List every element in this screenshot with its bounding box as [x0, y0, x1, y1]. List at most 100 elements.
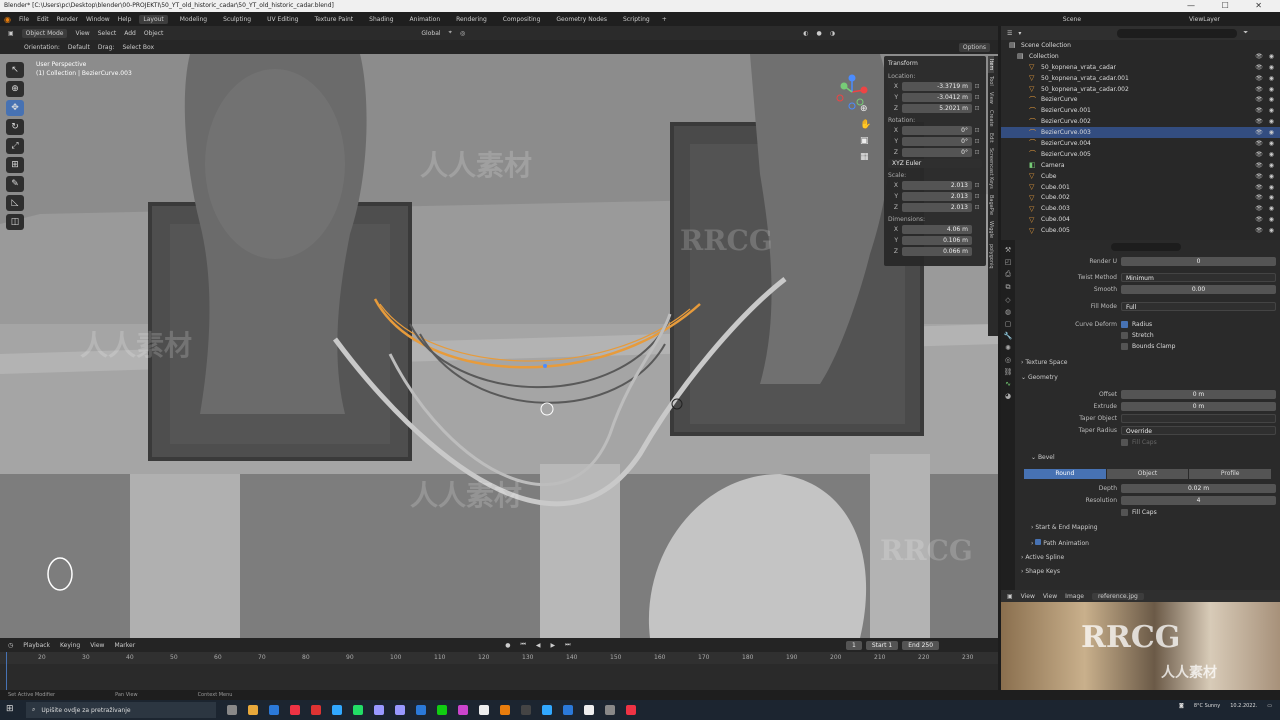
add-workspace-icon[interactable]: +	[662, 16, 667, 23]
chrome-icon[interactable]	[290, 705, 300, 715]
visibility-eye-icon[interactable]: 👁 ◉	[1255, 118, 1276, 125]
rotation-mode-dropdown[interactable]: XYZ Euler	[888, 158, 982, 168]
offset-field[interactable]: 0 m	[1121, 389, 1276, 399]
image-name-field[interactable]: reference.jpg	[1091, 592, 1144, 600]
outliner-item[interactable]: ⌒ BezierCurve.005 👁 ◉	[1001, 149, 1280, 160]
lock-icon[interactable]: ⊡	[972, 127, 982, 134]
camera-tray-icon[interactable]: ◙	[1179, 703, 1184, 709]
image-menu[interactable]: Image	[1065, 593, 1084, 600]
tab-tool[interactable]: Tool	[988, 73, 994, 89]
jump-start-icon[interactable]: ⏮	[520, 641, 525, 649]
funnel-icon[interactable]: ⏷	[1243, 29, 1248, 37]
weather-label[interactable]: 8°C Sunny	[1194, 703, 1220, 709]
shading-material-icon[interactable]: ◑	[830, 30, 835, 37]
proportional-edit-icon[interactable]: ◎	[460, 30, 465, 37]
world-props-icon[interactable]: ◍	[1005, 308, 1011, 316]
tab-polygoniq[interactable]: polygoniq	[988, 241, 994, 272]
texture-space-panel[interactable]: › Texture Space	[1021, 359, 1067, 366]
start-end-mapping-panel[interactable]: › Start & End Mapping	[1031, 524, 1098, 531]
outliner-item[interactable]: ▽ Cube.002 👁 ◉	[1001, 192, 1280, 203]
active-spline-panel[interactable]: › Active Spline	[1021, 554, 1064, 561]
after-effects-icon[interactable]	[395, 705, 405, 715]
scene-props-icon[interactable]: ◇	[1005, 296, 1010, 304]
visibility-eye-icon[interactable]: 👁 ◉	[1255, 64, 1276, 71]
blender-taskbar-icon[interactable]	[500, 705, 510, 715]
select-tool-icon[interactable]: ↖	[6, 62, 24, 78]
app-icon-purple[interactable]	[458, 705, 468, 715]
workspace-tab-layout[interactable]: Layout	[139, 14, 168, 24]
particles-icon[interactable]: ✺	[1005, 344, 1011, 352]
transform-orientation[interactable]: Global	[421, 30, 440, 37]
visibility-eye-icon[interactable]: 👁 ◉	[1255, 107, 1276, 114]
taper-radius-dropdown[interactable]: Override	[1121, 425, 1276, 435]
visibility-eye-icon[interactable]: 👁 ◉	[1255, 205, 1276, 212]
add-cube-tool-icon[interactable]: ◫	[6, 214, 24, 230]
outliner-item[interactable]: ⌒ BezierCurve 👁 ◉	[1001, 94, 1280, 105]
fill-mode-dropdown[interactable]: Full	[1121, 301, 1276, 311]
start-frame-field[interactable]: Start 1	[865, 641, 899, 650]
keying-menu[interactable]: Keying	[60, 642, 80, 649]
word-icon[interactable]	[416, 705, 426, 715]
menu-edit[interactable]: Edit	[37, 16, 49, 23]
record-icon[interactable]: ●	[505, 642, 510, 649]
blender-logo-icon[interactable]: ◉	[4, 15, 11, 24]
filter-icon[interactable]: ▾	[1018, 30, 1021, 37]
windows-start-icon[interactable]: ⊞	[6, 704, 14, 714]
lock-icon[interactable]: ⊡	[972, 193, 982, 200]
outliner-item[interactable]: ▽ 50_kopnena_vrata_cadar.002 👁 ◉	[1001, 84, 1280, 95]
visibility-eye-icon[interactable]: 👁 ◉	[1255, 173, 1276, 180]
workspace-tab-rendering[interactable]: Rendering	[452, 15, 491, 24]
lock-icon[interactable]: ⊡	[972, 149, 982, 156]
resolution-field[interactable]: 4	[1121, 495, 1276, 505]
viewlayer-selector[interactable]: ViewLayer	[1189, 16, 1220, 23]
app-icon-green[interactable]	[353, 705, 363, 715]
outliner-item[interactable]: ▤ Collection 👁 ◉	[1001, 51, 1280, 62]
app-icon-white[interactable]	[584, 705, 594, 715]
scale-x-field[interactable]: 2.013	[902, 180, 972, 190]
timeline-editor-icon[interactable]: ◷	[8, 642, 13, 649]
lock-icon[interactable]: ⊡	[972, 138, 982, 145]
workspace-tab-shading[interactable]: Shading	[365, 15, 397, 24]
twist-method-dropdown[interactable]: Minimum	[1121, 272, 1276, 282]
constraints-icon[interactable]: ⛓	[1004, 368, 1013, 376]
visibility-eye-icon[interactable]: 👁 ◉	[1255, 216, 1276, 223]
outliner-item[interactable]: ▽ 50_kopnena_vrata_cadar.001 👁 ◉	[1001, 73, 1280, 84]
cursor-tool-icon[interactable]: ⊕	[6, 81, 24, 97]
reference-image[interactable]	[1001, 602, 1280, 690]
menu-window[interactable]: Window	[86, 16, 110, 23]
object-menu[interactable]: Object	[144, 30, 164, 37]
playback-menu[interactable]: Playback	[23, 642, 50, 649]
menu-render[interactable]: Render	[57, 16, 78, 23]
task-view-icon[interactable]	[227, 705, 237, 715]
scale-y-field[interactable]: 2.013	[902, 191, 972, 201]
lock-icon[interactable]: ⊡	[972, 204, 982, 211]
extrude-field[interactable]: 0 m	[1121, 401, 1276, 411]
outliner-editor-icon[interactable]: ☰	[1007, 30, 1012, 37]
annotate-tool-icon[interactable]: ✎	[6, 176, 24, 192]
bevel-panel[interactable]: ⌄ Bevel	[1031, 454, 1055, 461]
material-icon[interactable]: ◕	[1005, 392, 1011, 400]
options-button[interactable]: Options	[958, 42, 990, 52]
outliner-item[interactable]: ▽ Cube.001 👁 ◉	[1001, 182, 1280, 193]
visibility-eye-icon[interactable]: 👁 ◉	[1255, 75, 1276, 82]
modifier-props-icon[interactable]: 🔧	[1004, 332, 1013, 340]
workspace-tab-uv-editing[interactable]: UV Editing	[263, 15, 302, 24]
bevel-object-tab[interactable]: Object	[1106, 469, 1189, 479]
add-menu[interactable]: Add	[124, 30, 136, 37]
dimensions-x-field[interactable]: 4.06 m	[902, 224, 972, 234]
bevel-round-tab[interactable]: Round	[1024, 469, 1106, 479]
editor-type-icon[interactable]: ▣	[8, 30, 14, 37]
lock-icon[interactable]: ⊡	[972, 83, 982, 90]
visibility-eye-icon[interactable]: 👁 ◉	[1255, 227, 1276, 234]
rotation-z-field[interactable]: 0°	[902, 147, 972, 157]
zoom-icon[interactable]: ⊕	[860, 104, 871, 114]
select-menu[interactable]: Select	[98, 30, 117, 37]
visibility-eye-icon[interactable]: 👁 ◉	[1255, 184, 1276, 191]
end-frame-field[interactable]: End 250	[902, 641, 940, 650]
grid-view-icon[interactable]: ▦	[860, 152, 871, 162]
scale-tool-icon[interactable]: ⤢	[6, 138, 24, 154]
taskbar-search[interactable]: ⌕ Upišite ovdje za pretraživanje	[26, 702, 216, 718]
scene-selector[interactable]: Scene	[1063, 16, 1081, 23]
image-view-dropdown[interactable]: View	[1021, 593, 1035, 600]
tab-screencast-keys[interactable]: Screencast Keys	[988, 145, 994, 192]
